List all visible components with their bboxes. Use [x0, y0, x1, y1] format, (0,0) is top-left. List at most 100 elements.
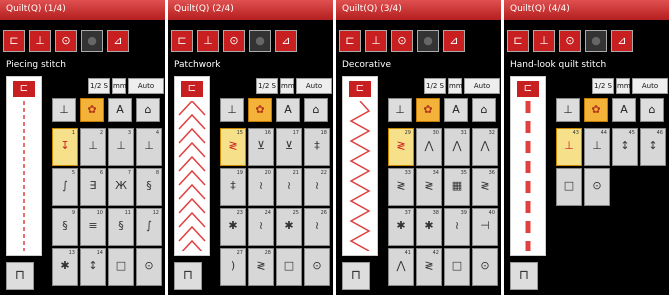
stitch-cell[interactable]: ⊙ — [136, 248, 162, 286]
lock-icon[interactable]: ● — [417, 30, 439, 52]
stitch-cell[interactable]: 41 ⋀ — [388, 248, 414, 286]
bobbin-icon[interactable]: ⊙ — [55, 30, 77, 52]
utility-category-tab[interactable]: ⊥ — [220, 98, 244, 122]
stitch-cell[interactable]: 13 ✱ — [52, 248, 78, 286]
stitch-cell[interactable]: 42 ≷ — [416, 248, 442, 286]
stitch-cell[interactable]: 40 ⊣ — [472, 208, 498, 246]
garment-category-tab[interactable]: ⌂ — [640, 98, 664, 122]
needle-icon[interactable]: ⊥ — [365, 30, 387, 52]
preview-header-icon[interactable]: ⊏ — [349, 81, 371, 97]
utility-category-tab[interactable]: ⊥ — [52, 98, 76, 122]
stitch-cell[interactable]: 45 ↕ — [612, 128, 638, 166]
stitch-cell[interactable]: 30 ⋀ — [416, 128, 442, 166]
stitch-cell[interactable]: 25 ✱ — [276, 208, 302, 246]
stitch-cell[interactable]: 34 ≷ — [416, 168, 442, 206]
stitch-cell[interactable]: □ — [444, 248, 470, 286]
stitch-cell[interactable]: 14 ↕ — [80, 248, 106, 286]
stitch-cell[interactable]: □ — [276, 248, 302, 286]
alphabet-category-tab[interactable]: A — [276, 98, 300, 122]
speed-icon[interactable]: ⊿ — [107, 30, 129, 52]
stitch-cell[interactable]: 38 ✱ — [416, 208, 442, 246]
stitch-cell[interactable]: 31 ⋀ — [444, 128, 470, 166]
stitch-cell[interactable]: 32 ⋀ — [472, 128, 498, 166]
alphabet-category-tab[interactable]: A — [612, 98, 636, 122]
half-stitch-button[interactable]: 1/2 S — [88, 78, 110, 94]
garment-category-tab[interactable]: ⌂ — [472, 98, 496, 122]
stitch-cell[interactable]: 21 ≀ — [276, 168, 302, 206]
utility-category-tab[interactable]: ⊥ — [556, 98, 580, 122]
presser-foot-icon[interactable]: ⊏ — [3, 30, 25, 52]
stitch-cell[interactable]: 27) — [220, 248, 246, 286]
stitch-cell[interactable]: 6 ∃ — [80, 168, 106, 206]
preview-header-icon[interactable]: ⊏ — [517, 81, 539, 97]
stitch-cell[interactable]: 9 § — [52, 208, 78, 246]
stitch-cell[interactable]: 4 ⊥ — [136, 128, 162, 166]
stitch-cell[interactable]: 2 ⊥ — [80, 128, 106, 166]
bobbin-icon[interactable]: ⊙ — [559, 30, 581, 52]
utility-category-tab[interactable]: ⊥ — [388, 98, 412, 122]
stitch-cell[interactable]: ⊙ — [304, 248, 330, 286]
presser-foot-icon[interactable]: ⊏ — [171, 30, 193, 52]
mm-toggle-button[interactable]: mm — [616, 78, 631, 94]
preview-header-icon[interactable]: ⊏ — [13, 81, 35, 97]
stitch-cell[interactable]: 12 ∫ — [136, 208, 162, 246]
stitch-cell[interactable]: 8 § — [136, 168, 162, 206]
stitch-cell[interactable]: 17 ⊻ — [276, 128, 302, 166]
alphabet-category-tab[interactable]: A — [444, 98, 468, 122]
stitch-cell[interactable]: 46 ↕ — [640, 128, 666, 166]
stitch-cell[interactable]: 44 ⊥ — [584, 128, 610, 166]
presser-foot-button[interactable]: ⊓ — [342, 262, 370, 290]
lock-icon[interactable]: ● — [249, 30, 271, 52]
presser-foot-button[interactable]: ⊓ — [174, 262, 202, 290]
auto-cut-button[interactable]: Auto — [464, 78, 500, 94]
quilt-category-tab[interactable]: ✿ — [248, 98, 272, 122]
stitch-cell[interactable]: 43 ⊥ — [556, 128, 582, 166]
presser-foot-button[interactable]: ⊓ — [6, 262, 34, 290]
auto-cut-button[interactable]: Auto — [128, 78, 164, 94]
stitch-cell[interactable]: 7Ж — [108, 168, 134, 206]
lock-icon[interactable]: ● — [81, 30, 103, 52]
needle-icon[interactable]: ⊥ — [197, 30, 219, 52]
presser-foot-button[interactable]: ⊓ — [510, 262, 538, 290]
stitch-cell[interactable]: 26 ≀ — [304, 208, 330, 246]
needle-icon[interactable]: ⊥ — [29, 30, 51, 52]
needle-icon[interactable]: ⊥ — [533, 30, 555, 52]
speed-icon[interactable]: ⊿ — [443, 30, 465, 52]
auto-cut-button[interactable]: Auto — [296, 78, 332, 94]
stitch-cell[interactable]: 10 ≡ — [80, 208, 106, 246]
mm-toggle-button[interactable]: mm — [280, 78, 295, 94]
speed-icon[interactable]: ⊿ — [611, 30, 633, 52]
stitch-cell[interactable]: 11 § — [108, 208, 134, 246]
garment-category-tab[interactable]: ⌂ — [136, 98, 160, 122]
stitch-cell[interactable]: 20 ≀ — [248, 168, 274, 206]
stitch-cell[interactable]: 22 ≀ — [304, 168, 330, 206]
stitch-cell[interactable]: 23 ✱ — [220, 208, 246, 246]
quilt-category-tab[interactable]: ✿ — [416, 98, 440, 122]
stitch-cell[interactable]: 1 ↧ — [52, 128, 78, 166]
bobbin-icon[interactable]: ⊙ — [391, 30, 413, 52]
stitch-cell[interactable]: 18 ‡ — [304, 128, 330, 166]
garment-category-tab[interactable]: ⌂ — [304, 98, 328, 122]
bobbin-icon[interactable]: ⊙ — [223, 30, 245, 52]
stitch-cell[interactable]: 37 ✱ — [388, 208, 414, 246]
stitch-cell[interactable]: □ — [108, 248, 134, 286]
stitch-cell[interactable]: 33 ≷ — [388, 168, 414, 206]
stitch-cell[interactable]: □ — [556, 168, 582, 206]
speed-icon[interactable]: ⊿ — [275, 30, 297, 52]
quilt-category-tab[interactable]: ✿ — [80, 98, 104, 122]
stitch-cell[interactable]: 5 ∫ — [52, 168, 78, 206]
auto-cut-button[interactable]: Auto — [632, 78, 668, 94]
stitch-cell[interactable]: 3 ⊥ — [108, 128, 134, 166]
stitch-cell[interactable]: ⊙ — [584, 168, 610, 206]
stitch-cell[interactable]: 16 ⊻ — [248, 128, 274, 166]
stitch-cell[interactable]: 15 ≷ — [220, 128, 246, 166]
stitch-cell[interactable]: 36 ≷ — [472, 168, 498, 206]
half-stitch-button[interactable]: 1/2 S — [256, 78, 278, 94]
half-stitch-button[interactable]: 1/2 S — [592, 78, 614, 94]
stitch-cell[interactable]: 28 ≷ — [248, 248, 274, 286]
stitch-cell[interactable]: 29 ≷ — [388, 128, 414, 166]
alphabet-category-tab[interactable]: A — [108, 98, 132, 122]
preview-header-icon[interactable]: ⊏ — [181, 81, 203, 97]
presser-foot-icon[interactable]: ⊏ — [507, 30, 529, 52]
stitch-cell[interactable]: 19 ‡ — [220, 168, 246, 206]
